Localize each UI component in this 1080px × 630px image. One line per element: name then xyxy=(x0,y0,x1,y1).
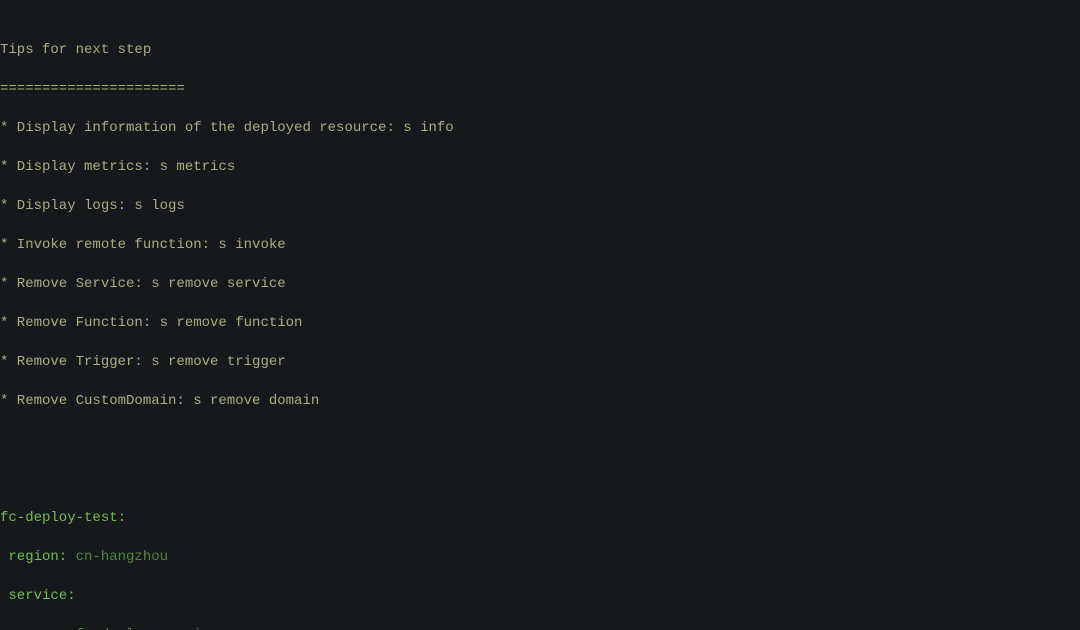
tip-item: * Invoke remote function: s invoke xyxy=(0,237,286,253)
tip-item: * Remove Trigger: s remove trigger xyxy=(0,354,286,370)
service-name-value: fc-deploy-service xyxy=(67,627,218,630)
service-key: service: xyxy=(0,588,76,604)
tips-header: Tips for next step xyxy=(0,42,151,58)
tip-item: * Remove CustomDomain: s remove domain xyxy=(0,393,319,409)
region-value: cn-hangzhou xyxy=(67,549,168,565)
root-key: fc-deploy-test: xyxy=(0,510,126,526)
tip-item: * Display metrics: s metrics xyxy=(0,159,235,175)
tips-divider: ====================== xyxy=(0,81,185,97)
tip-item: * Display logs: s logs xyxy=(0,198,185,214)
service-name-key: name: xyxy=(0,627,67,630)
region-key: region: xyxy=(0,549,67,565)
tip-item: * Display information of the deployed re… xyxy=(0,120,454,136)
tip-item: * Remove Service: s remove service xyxy=(0,276,286,292)
tip-item: * Remove Function: s remove function xyxy=(0,315,302,331)
